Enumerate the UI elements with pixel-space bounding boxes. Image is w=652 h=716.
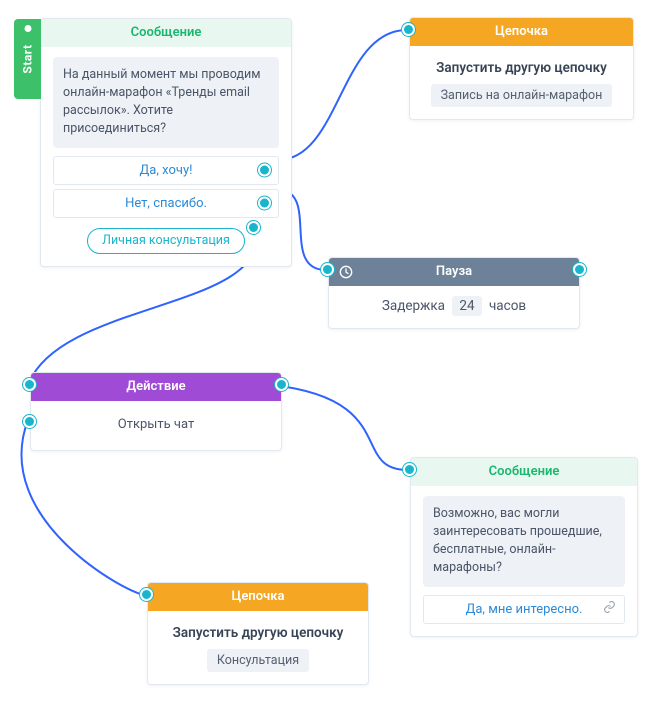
- connector-dot[interactable]: [23, 415, 36, 428]
- action-body: Открыть чат: [43, 411, 269, 438]
- node-message-2[interactable]: Сообщение Возможно, вас могли заинтересо…: [410, 457, 638, 637]
- delay-value: 24: [452, 296, 481, 316]
- connector-dot[interactable]: [258, 197, 271, 210]
- option-no[interactable]: Нет, спасибо.: [53, 189, 279, 218]
- option-label: Да, мне интересно.: [466, 602, 583, 617]
- start-label: Start: [21, 44, 35, 73]
- chain-title: Запустить другую цепочку: [160, 625, 356, 641]
- message-bubble: На данный момент мы проводим онлайн-мара…: [53, 57, 279, 148]
- message-bubble: Возможно, вас могли заинтересовать проше…: [423, 496, 625, 587]
- connector-dot[interactable]: [573, 263, 586, 276]
- node-header: Сообщение: [41, 19, 291, 47]
- chip-consultation[interactable]: Личная консультация: [87, 228, 245, 254]
- connector-dot[interactable]: [140, 588, 153, 601]
- node-header: Сообщение: [411, 458, 637, 486]
- chain-pill: Запись на онлайн-марафон: [431, 84, 613, 107]
- delay-suffix: часов: [489, 298, 526, 314]
- chain-title: Запустить другую цепочку: [422, 60, 621, 76]
- option-label: Нет, спасибо.: [125, 196, 207, 211]
- connector-dot[interactable]: [403, 463, 416, 476]
- option-yes[interactable]: Да, хочу!: [53, 156, 279, 185]
- node-header: Пауза: [329, 258, 579, 286]
- node-action[interactable]: Действие Открыть чат: [30, 372, 282, 451]
- chip-label: Личная консультация: [102, 233, 230, 248]
- node-header: Цепочка: [410, 18, 633, 46]
- node-pause[interactable]: Пауза Задержка 24 часов: [328, 257, 580, 329]
- connector-dot[interactable]: [275, 378, 288, 391]
- chain-pill: Консультация: [207, 649, 309, 672]
- connector-dot[interactable]: [23, 378, 36, 391]
- connector-dot[interactable]: [258, 164, 271, 177]
- clock-icon: [339, 265, 353, 279]
- start-tag: Start: [14, 19, 41, 99]
- node-chain-1[interactable]: Цепочка Запустить другую цепочку Запись …: [409, 17, 634, 120]
- node-header: Цепочка: [148, 583, 368, 611]
- connector-dot[interactable]: [402, 23, 415, 36]
- link-icon: [603, 601, 616, 618]
- node-chain-2[interactable]: Цепочка Запустить другую цепочку Консуль…: [147, 582, 369, 685]
- connector-dot[interactable]: [247, 221, 260, 234]
- option-interested[interactable]: Да, мне интересно.: [423, 595, 625, 624]
- delay-prefix: Задержка: [382, 298, 445, 314]
- option-label: Да, хочу!: [140, 163, 193, 178]
- connector-dot[interactable]: [321, 263, 334, 276]
- node-header: Действие: [31, 373, 281, 401]
